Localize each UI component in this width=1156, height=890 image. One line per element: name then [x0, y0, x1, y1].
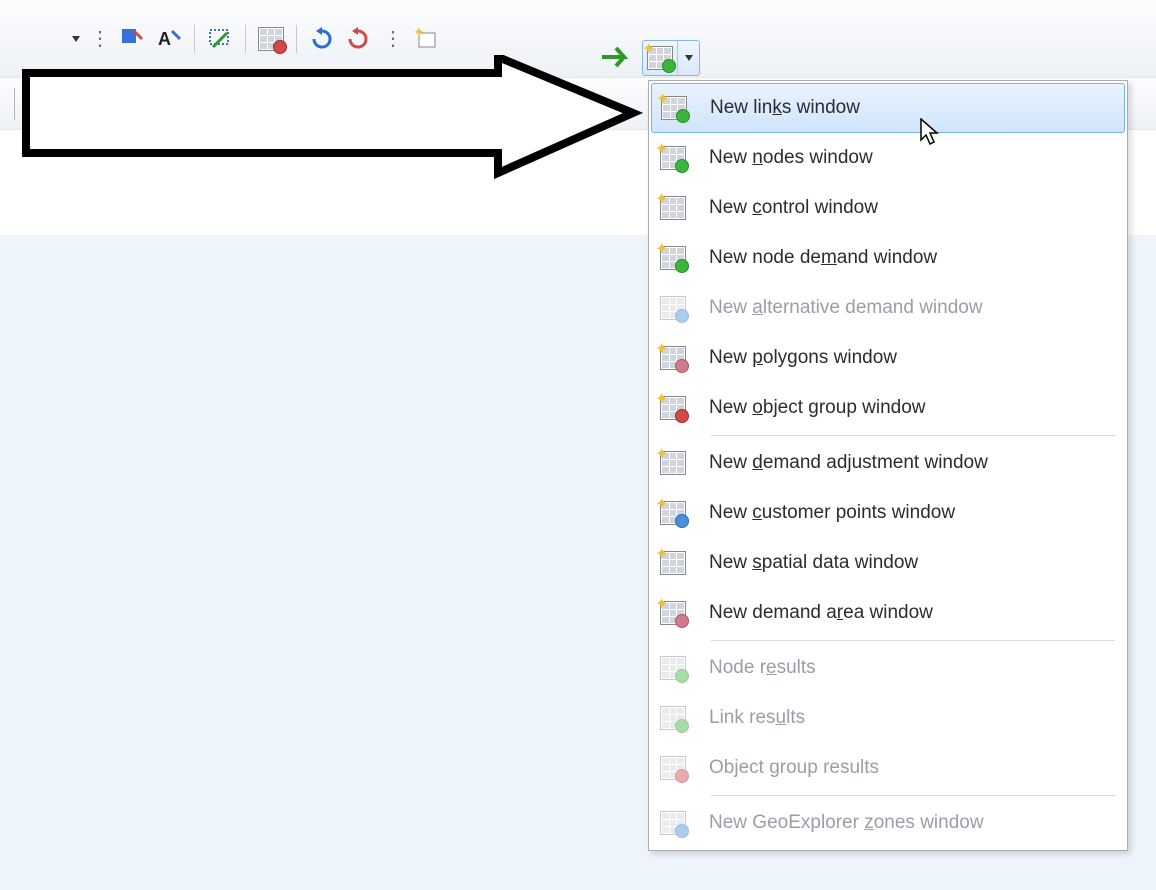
polygons-icon — [657, 344, 689, 372]
split-button-dropdown-arrow[interactable] — [677, 41, 699, 75]
refresh-error-icon[interactable] — [343, 24, 373, 54]
menu-item-label: New control window — [709, 197, 1115, 219]
menu-item-label: New demand area window — [709, 602, 1115, 624]
menu-new-object-group-window[interactable]: New object group window — [651, 383, 1125, 433]
menu-item-label: New nodes window — [709, 147, 1115, 169]
new-window-split-button[interactable] — [642, 40, 700, 76]
toolbar-grip: ⋮ — [379, 26, 405, 51]
menu-new-node-demand-window[interactable]: New node demand window — [651, 233, 1125, 283]
menu-item-label: New polygons window — [709, 347, 1115, 369]
toolbar-separator — [194, 25, 195, 53]
new-grid-window-icon[interactable] — [643, 41, 677, 75]
demand-adj-icon — [657, 449, 689, 477]
grid-check-icon[interactable] — [256, 24, 286, 54]
annotation-arrow — [18, 55, 648, 190]
menu-new-geoexplorer-zones-window: New GeoExplorer zones window — [651, 798, 1125, 848]
menu-node-results: Node results — [651, 643, 1125, 693]
menu-item-label: Object group results — [709, 757, 1115, 779]
menu-separator — [711, 640, 1115, 641]
object-group-icon — [657, 394, 689, 422]
nodes-icon — [657, 144, 689, 172]
toolbar-separator — [245, 25, 246, 53]
demand-area-icon — [657, 599, 689, 627]
select-elements-icon[interactable] — [205, 24, 235, 54]
menu-new-alternative-demand-window: New alternative demand window — [651, 283, 1125, 333]
toolbar-separator — [296, 25, 297, 53]
menu-item-label: New GeoExplorer zones window — [709, 812, 1115, 834]
menu-new-demand-adjustment-window[interactable]: New demand adjustment window — [651, 438, 1125, 488]
svg-text:✦: ✦ — [413, 27, 425, 40]
menu-new-polygons-window[interactable]: New polygons window — [651, 333, 1125, 383]
menu-new-demand-area-window[interactable]: New demand area window — [651, 588, 1125, 638]
mouse-cursor-icon — [920, 118, 940, 146]
menu-new-links-window[interactable]: New links window — [651, 83, 1125, 133]
toolbar-grip: ⋮ — [86, 26, 112, 51]
menu-item-label: New demand adjustment window — [709, 452, 1115, 474]
menu-item-label: New object group window — [709, 397, 1115, 419]
object-group-results-icon — [657, 754, 689, 782]
new-window-dropdown-menu: New links window New nodes window New cont… — [648, 80, 1128, 851]
new-star-icon[interactable]: ✦ — [411, 24, 441, 54]
font-blue-icon[interactable] — [118, 24, 148, 54]
font-annotate-icon[interactable]: A — [154, 24, 184, 54]
menu-new-control-window[interactable]: New control window — [651, 183, 1125, 233]
menu-separator — [711, 795, 1115, 796]
menu-new-spatial-data-window[interactable]: New spatial data window — [651, 538, 1125, 588]
menu-item-label: New alternative demand window — [709, 297, 1115, 319]
menu-item-label: Node results — [709, 657, 1115, 679]
refresh-icon[interactable] — [307, 24, 337, 54]
menu-new-nodes-window[interactable]: New nodes window — [651, 133, 1125, 183]
control-icon — [657, 194, 689, 222]
menu-object-group-results: Object group results — [651, 743, 1125, 793]
demand-icon — [657, 244, 689, 272]
node-results-icon — [657, 654, 689, 682]
link-results-icon — [657, 704, 689, 732]
menu-separator — [711, 435, 1115, 436]
geoexplorer-icon — [657, 809, 689, 837]
menu-item-label: New node demand window — [709, 247, 1115, 269]
svg-text:A: A — [158, 29, 171, 49]
menu-item-label: New customer points window — [709, 502, 1115, 524]
menu-link-results: Link results — [651, 693, 1125, 743]
menu-item-label: New spatial data window — [709, 552, 1115, 574]
toolbar-dropdown-arrow[interactable] — [72, 24, 80, 54]
links-icon — [658, 94, 690, 122]
spatial-data-icon — [657, 549, 689, 577]
menu-item-label: Link results — [709, 707, 1115, 729]
alt-demand-icon — [657, 294, 689, 322]
customer-points-icon — [657, 499, 689, 527]
menu-item-label: New links window — [710, 97, 1114, 119]
menu-new-customer-points-window[interactable]: New customer points window — [651, 488, 1125, 538]
